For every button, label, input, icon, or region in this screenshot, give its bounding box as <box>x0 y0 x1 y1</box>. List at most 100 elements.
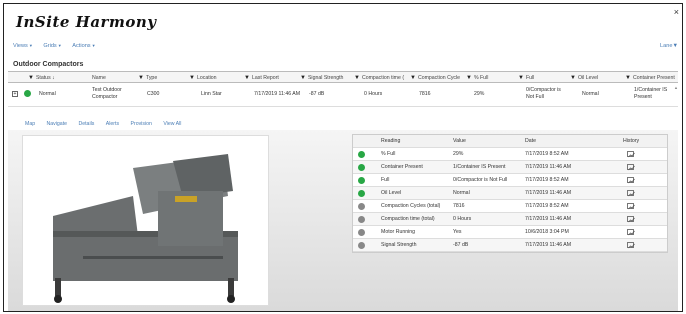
readings-table: Reading Value Date History % Full 29% 7/17… <box>352 134 668 253</box>
cell-container-present: 1/Container IS Present <box>634 87 668 100</box>
filter-icon[interactable]: ▼ <box>625 75 631 81</box>
list-item[interactable]: Compaction Cycles (total) 7816 7/17/2019 8… <box>353 200 667 213</box>
history-chart-icon[interactable] <box>627 203 635 210</box>
reading-value: Yes <box>453 229 462 235</box>
column-header-last-report[interactable]: ▼ Last Report <box>244 75 279 81</box>
filter-icon[interactable]: ▼ <box>354 75 360 81</box>
reading-name: Full <box>381 177 390 183</box>
column-header-signal-strength[interactable]: ▼ Signal Strength <box>300 75 343 81</box>
reading-date: 7/17/2019 11:46 AM <box>525 242 572 248</box>
menu-grids-label: Grids <box>43 43 57 49</box>
cell-status: Normal <box>39 91 56 97</box>
list-item[interactable]: Compaction time (total) 0 Hours 7/17/2019 … <box>353 213 667 226</box>
filter-icon[interactable]: ▼ <box>518 75 524 81</box>
reading-date: 7/17/2019 8:52 AM <box>525 203 569 209</box>
list-item[interactable]: Container Present 1/Container IS Present 7… <box>353 161 667 174</box>
reading-value: 0 Hours <box>453 216 472 222</box>
table-row[interactable]: + Normal Test Outdoor Compactor C300 Lin… <box>8 83 678 107</box>
reading-value: Normal <box>453 190 470 196</box>
cell-compaction-time: 0 Hours <box>364 91 383 97</box>
tab-map[interactable]: Map <box>25 121 35 127</box>
status-dot <box>358 177 365 184</box>
history-chart-icon[interactable] <box>627 164 635 171</box>
filter-icon[interactable]: ▼ <box>570 75 576 81</box>
history-chart-icon[interactable] <box>627 190 635 197</box>
reading-value: 29% <box>453 151 464 157</box>
tab-details[interactable]: Details <box>78 121 94 127</box>
tab-alerts[interactable]: Alerts <box>106 121 119 127</box>
tab-view-all[interactable]: View All <box>163 121 181 127</box>
app-window: InSite Harmony × Views▼ Grids▼ Actions▼ … <box>3 3 683 312</box>
user-menu[interactable]: Lane▼ <box>660 43 678 49</box>
reading-date: 7/17/2019 8:52 AM <box>525 177 569 183</box>
menu-actions[interactable]: Actions▼ <box>72 43 95 49</box>
detail-panel: Reading Value Date History % Full 29% 7/17… <box>8 130 678 311</box>
cell-compaction-cycles: 7816 <box>419 91 431 97</box>
menu-bar: Views▼ Grids▼ Actions▼ Lane▼ <box>13 43 678 53</box>
list-item[interactable]: Full 0/Compactor is Not Full 7/17/2019 8:5… <box>353 174 667 187</box>
header-history: History <box>623 138 640 144</box>
cell-signal-strength: -87 dB <box>309 91 325 97</box>
column-header-pct-full[interactable]: ▼% Full <box>466 75 488 81</box>
reading-name: Signal Strength <box>381 242 417 248</box>
reading-value: 0/Compactor is Not Full <box>453 177 508 183</box>
cell-full: 0/Compactor is Not Full <box>526 87 561 100</box>
app-header: InSite Harmony × <box>4 4 682 38</box>
status-indicator <box>24 90 31 100</box>
column-header-oil-level[interactable]: ▼ Oil Level <box>570 75 598 81</box>
status-dot <box>358 216 365 223</box>
cell-oil-level: Normal <box>582 91 599 97</box>
column-header-name[interactable]: Name <box>92 75 106 81</box>
logo-text: InSite Harmony <box>16 13 157 31</box>
filter-icon[interactable]: ▼ <box>300 75 306 81</box>
menu-grids[interactable]: Grids▼ <box>43 43 61 49</box>
tab-provision[interactable]: Provision <box>131 121 152 127</box>
reading-date: 7/17/2019 11:46 AM <box>525 216 572 222</box>
list-item[interactable]: Oil Level Normal 7/17/2019 11:46 AM <box>353 187 667 200</box>
filter-icon[interactable]: ▼ <box>244 75 250 81</box>
filter-icon[interactable]: ▼ <box>28 75 34 81</box>
list-item[interactable]: Signal Strength -87 dB 7/17/2019 11:46 AM <box>353 239 667 252</box>
history-chart-icon[interactable] <box>627 151 635 158</box>
status-dot <box>358 151 365 158</box>
column-header-status[interactable]: ▼ Status ↓ <box>28 75 55 81</box>
filter-icon[interactable]: ▼ <box>410 75 416 81</box>
scroll-up-icon[interactable]: ▲ <box>674 85 678 90</box>
header-value: Value <box>453 138 466 144</box>
menu-views-label: Views <box>13 43 28 49</box>
column-header-full[interactable]: ▼ Full <box>518 75 534 81</box>
reading-name: Container Present <box>381 164 423 170</box>
list-item[interactable]: Motor Running Yes 10/6/2018 3:04 PM <box>353 226 667 239</box>
column-header-type[interactable]: ▼ Type <box>138 75 157 81</box>
column-header-compaction-cycles[interactable]: ▼ Compaction Cycle <box>410 75 460 81</box>
column-header-compaction-time[interactable]: ▼ Compaction time ( <box>354 75 404 81</box>
close-icon[interactable]: × <box>674 7 679 17</box>
history-chart-icon[interactable] <box>627 216 635 223</box>
filter-icon[interactable]: ▼ <box>138 75 144 81</box>
status-dot <box>24 90 31 97</box>
filter-icon[interactable]: ▼ <box>189 75 195 81</box>
column-header-location[interactable]: ▼ Location <box>189 75 217 81</box>
list-item[interactable]: % Full 29% 7/17/2019 8:52 AM <box>353 148 667 161</box>
reading-date: 7/17/2019 11:46 AM <box>525 190 572 196</box>
tab-navigate[interactable]: Navigate <box>47 121 67 127</box>
section-title: Outdoor Compactors <box>13 61 84 68</box>
readings-header: Reading Value Date History <box>353 135 667 148</box>
caret-down-icon: ▼ <box>672 43 678 49</box>
reading-value: 7816 <box>453 203 465 209</box>
expand-row-icon[interactable]: + <box>12 91 18 97</box>
filter-icon[interactable]: ▼ <box>466 75 472 81</box>
status-dot <box>358 164 365 171</box>
reading-date: 7/17/2019 8:52 AM <box>525 151 569 157</box>
reading-date: 7/17/2019 11:46 AM <box>525 164 572 170</box>
history-chart-icon[interactable] <box>627 242 635 249</box>
cell-location: Linn Star <box>201 91 222 97</box>
menu-views[interactable]: Views▼ <box>13 43 33 49</box>
history-chart-icon[interactable] <box>627 229 635 236</box>
user-name: Lane <box>660 43 673 49</box>
column-header-container-present[interactable]: ▼ Container Present <box>625 75 675 81</box>
reading-value: 1/Container IS Present <box>453 164 506 170</box>
app-logo: InSite Harmony <box>16 13 156 31</box>
status-dot <box>358 203 365 210</box>
history-chart-icon[interactable] <box>627 177 635 184</box>
